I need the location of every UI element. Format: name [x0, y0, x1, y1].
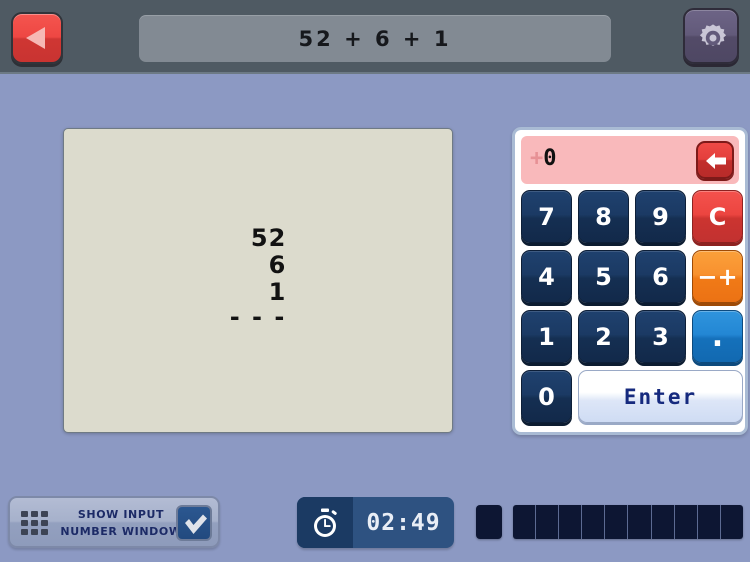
key-enter[interactable]: Enter [578, 370, 743, 423]
gear-icon [699, 24, 727, 46]
show-input-label-line2: NUMBER WINDOW [60, 525, 182, 538]
addend-1: 52 [250, 224, 287, 252]
progress-segment [559, 505, 583, 539]
key-9-label: 9 [652, 202, 669, 231]
worksheet-panel: 52 6 1 - - - [63, 128, 453, 433]
key-7-label: 7 [538, 202, 555, 231]
settings-button[interactable] [683, 8, 739, 64]
timer-icon-area [297, 497, 353, 548]
progress-segment [513, 505, 537, 539]
key-decimal-label: . [711, 318, 724, 354]
key-9[interactable]: 9 [635, 190, 686, 243]
keypad-display-value: +0 [530, 146, 557, 171]
number-input-keypad: +0 7 8 9 C 4 5 6 −+ 1 2 3. 0 Enter [512, 127, 748, 435]
key-clear-label: C [708, 202, 727, 231]
progress-segment [628, 505, 652, 539]
key-7[interactable]: 7 [521, 190, 572, 243]
key-sign-toggle-label: −+ [697, 262, 738, 291]
stopwatch-icon [314, 508, 337, 537]
key-0-label: 0 [538, 382, 555, 411]
key-4[interactable]: 4 [521, 250, 572, 303]
keypad-display-number: 0 [543, 146, 557, 171]
key-2-label: 2 [595, 322, 612, 351]
back-button[interactable] [11, 12, 63, 64]
key-5[interactable]: 5 [578, 250, 629, 303]
show-input-number-window-toggle[interactable]: SHOW INPUT NUMBER WINDOW [8, 496, 220, 548]
progress-segment [605, 505, 629, 539]
progress-segment [536, 505, 560, 539]
backspace-button[interactable] [696, 141, 734, 179]
keypad-grid: 7 8 9 C 4 5 6 −+ 1 2 3. 0 Enter [521, 190, 743, 430]
addend-3: 1 [268, 278, 287, 306]
sum-rule: - - - [229, 303, 287, 331]
key-2[interactable]: 2 [578, 310, 629, 363]
addition-column: 52 6 1 - - - [230, 225, 287, 331]
progress-segment [697, 505, 721, 539]
arrow-left-icon [706, 153, 726, 169]
key-1-label: 1 [538, 322, 555, 351]
page-title: 52 + 6 + 1 [298, 26, 452, 51]
key-8-label: 8 [595, 202, 612, 231]
show-input-label: SHOW INPUT NUMBER WINDOW [56, 506, 186, 540]
progress-segment [582, 505, 606, 539]
progress-segment [674, 505, 698, 539]
key-enter-label: Enter [623, 384, 698, 409]
grid-3x3-icon [21, 511, 49, 537]
app-root: 52 + 6 + 1 52 6 1 - - - +0 7 8 9 C 4 5 6… [0, 0, 750, 562]
timer-value: 02:49 [366, 509, 441, 536]
key-decimal[interactable]: . [692, 310, 743, 363]
progress-bar [513, 505, 743, 539]
keypad-display-sign: + [530, 146, 544, 171]
key-3[interactable]: 3 [635, 310, 686, 363]
show-input-label-line1: SHOW INPUT [77, 508, 165, 521]
key-6[interactable]: 6 [635, 250, 686, 303]
key-clear[interactable]: C [692, 190, 743, 243]
problem-title-bar: 52 + 6 + 1 [139, 15, 611, 62]
key-0[interactable]: 0 [521, 370, 572, 423]
addend-2: 6 [268, 251, 287, 279]
key-8[interactable]: 8 [578, 190, 629, 243]
progress-segment [720, 505, 743, 539]
key-5-label: 5 [595, 262, 612, 291]
key-sign-toggle[interactable]: −+ [692, 250, 743, 303]
key-4-label: 4 [538, 262, 555, 291]
check-icon [185, 514, 207, 534]
key-6-label: 6 [652, 262, 669, 291]
key-1[interactable]: 1 [521, 310, 572, 363]
keypad-display: +0 [521, 136, 739, 184]
key-3-label: 3 [652, 322, 669, 351]
addition-stack: 52 6 1 - - - [64, 225, 452, 331]
progress-current-block [476, 505, 502, 539]
progress-segment [651, 505, 675, 539]
show-input-checkbox[interactable] [176, 505, 212, 541]
triangle-left-icon [26, 27, 45, 49]
timer-widget: 02:49 [297, 497, 454, 548]
header-bar: 52 + 6 + 1 [0, 0, 750, 74]
